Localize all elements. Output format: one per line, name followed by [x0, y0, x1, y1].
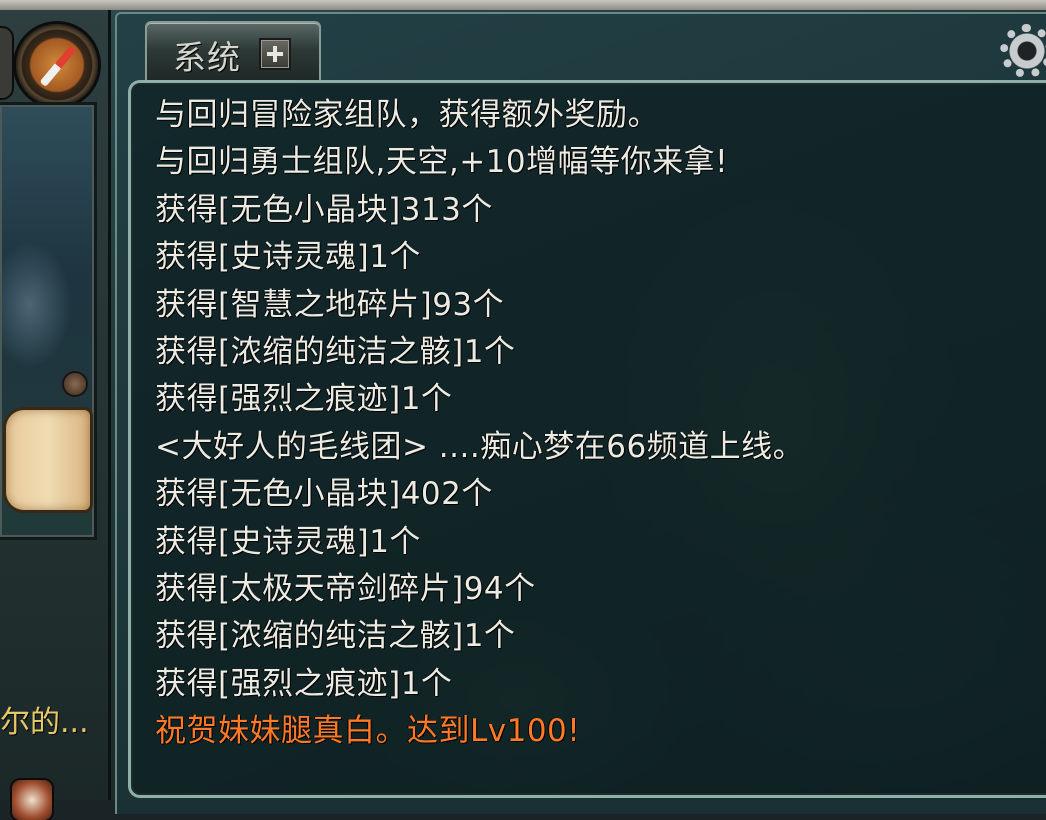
gear-icon[interactable]: [1000, 24, 1046, 78]
gear-teeth: [1000, 24, 1046, 78]
window-top-strip: [0, 0, 1046, 10]
chat-message: 获得[强烈之痕迹]1个: [155, 665, 453, 702]
chat-message: 获得[浓缩的纯洁之骸]1个: [155, 333, 516, 370]
chat-message: 获得[智慧之地碎片]93个: [155, 286, 505, 323]
scroll-icon[interactable]: [6, 410, 90, 510]
compass-needle: [39, 45, 77, 87]
tab-system[interactable]: 系统: [145, 21, 321, 81]
chat-message: 与回归冒险家组队，获得额外奖励。: [155, 97, 659, 133]
character-portrait-frame: [0, 102, 97, 540]
chat-message: 获得[无色小晶块]313个: [155, 191, 493, 228]
chat-message: 祝贺妹妹腿真白。达到Lv100!: [155, 713, 581, 750]
chat-message: 获得[史诗灵魂]1个: [155, 239, 421, 276]
chat-message: 获得[无色小晶块]402个: [155, 476, 493, 513]
item-icon[interactable]: [12, 780, 52, 820]
left-side-panel: 尔的...: [0, 10, 111, 820]
chat-message: <大好人的毛线团> ....痴心梦在66频道上线。: [155, 428, 805, 465]
chat-message: 获得[强烈之痕迹]1个: [155, 381, 453, 418]
tab-label: 系统: [173, 38, 241, 77]
chat-message: 获得[太极天帝剑碎片]94个: [155, 570, 536, 607]
chat-message: 与回归勇士组队,天空,+10增幅等你来拿!: [155, 144, 729, 181]
plus-icon[interactable]: [259, 38, 291, 70]
orb-icon: [64, 373, 86, 395]
chat-message: 获得[史诗灵魂]1个: [155, 523, 421, 560]
chat-message: 获得[浓缩的纯洁之骸]1个: [155, 618, 516, 655]
compass-icon[interactable]: [16, 24, 98, 106]
panel-handle[interactable]: [0, 28, 12, 98]
chat-message-list: 与回归冒险家组队，获得额外奖励。与回归勇士组队,天空,+10增幅等你来拿! 获得[…: [155, 92, 804, 755]
truncated-name-label: 尔的...: [0, 705, 89, 740]
